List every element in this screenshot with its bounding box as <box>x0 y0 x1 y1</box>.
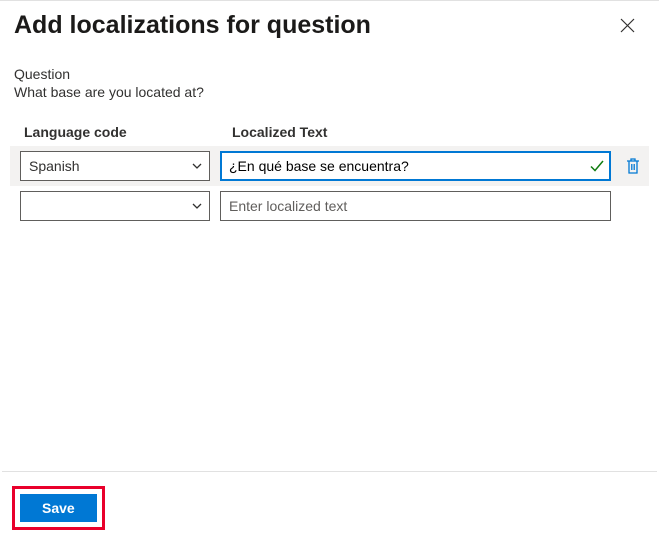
close-button[interactable] <box>613 11 641 39</box>
language-select[interactable] <box>20 191 210 221</box>
delete-row-button[interactable] <box>621 151 645 181</box>
panel-title: Add localizations for question <box>14 11 371 40</box>
trash-icon <box>625 157 641 175</box>
chevron-down-icon <box>191 160 203 172</box>
save-highlight-box: Save <box>12 486 105 530</box>
question-text: What base are you located at? <box>14 84 645 100</box>
localization-row: Spanish <box>10 146 649 186</box>
column-header-localized-text: Localized Text <box>232 124 327 140</box>
localization-row <box>10 186 649 226</box>
trash-spacer <box>621 191 645 221</box>
column-header-language: Language code <box>24 124 214 140</box>
save-button[interactable]: Save <box>20 494 97 522</box>
localized-text-input[interactable] <box>220 191 611 221</box>
question-heading: Question <box>14 66 645 82</box>
close-icon <box>620 18 635 33</box>
language-select[interactable]: Spanish <box>20 151 210 181</box>
language-select-value: Spanish <box>29 158 80 174</box>
chevron-down-icon <box>191 200 203 212</box>
checkmark-icon <box>589 158 605 174</box>
localized-text-input[interactable] <box>220 151 611 181</box>
